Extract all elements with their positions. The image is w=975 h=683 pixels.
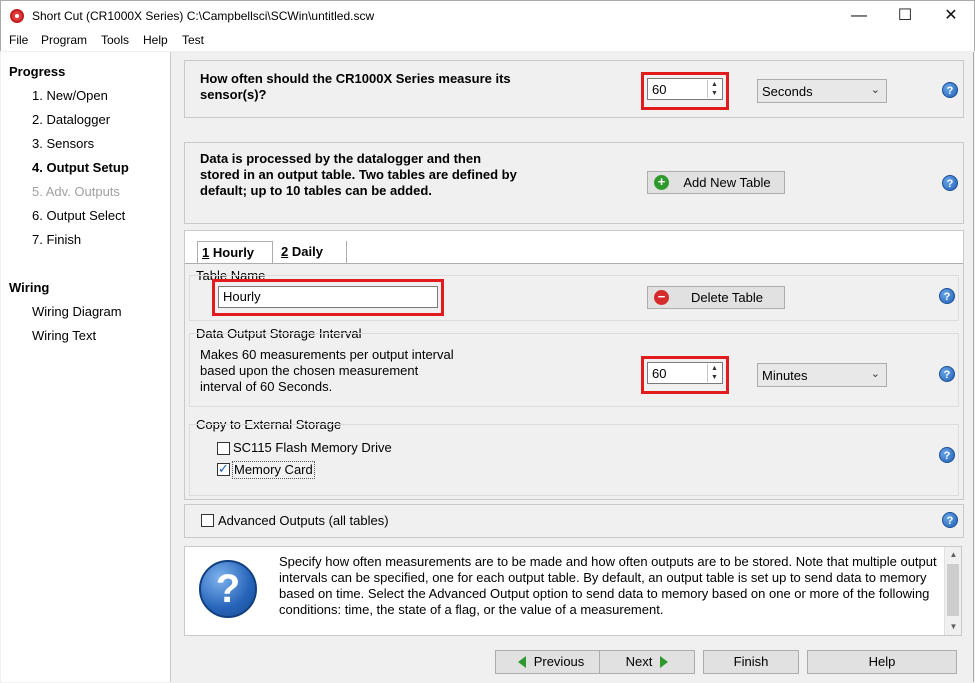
- tab-divider: [185, 263, 963, 264]
- output-interval-value[interactable]: 60: [652, 366, 666, 381]
- tab-hourly-number: 1: [202, 245, 210, 260]
- help-panel: ? Specify how often measurements are to …: [184, 546, 962, 636]
- add-new-table-button[interactable]: + Add New Table: [647, 171, 785, 194]
- finish-button[interactable]: Finish: [703, 650, 799, 674]
- arrow-left-icon: [517, 656, 526, 668]
- next-button[interactable]: Next: [599, 650, 695, 674]
- output-unit-select[interactable]: Minutes ⌄: [757, 363, 887, 387]
- menu-file[interactable]: File: [9, 33, 28, 47]
- spin-up-icon[interactable]: ▲: [708, 364, 721, 373]
- measure-question: How often should the CR1000X Series meas…: [200, 71, 511, 102]
- measure-unit-select[interactable]: Seconds ⌄: [757, 79, 887, 103]
- tab-daily-number: 2: [281, 244, 289, 259]
- sidebar-item-wiring-diagram[interactable]: Wiring Diagram: [32, 304, 122, 319]
- menu-program[interactable]: Program: [41, 33, 87, 47]
- chevron-down-icon: ⌄: [870, 84, 880, 96]
- tab-hourly[interactable]: 1 Hourly: [197, 241, 273, 264]
- measure-unit-value: Seconds: [762, 84, 813, 99]
- main-panel: How often should the CR1000X Series meas…: [172, 52, 974, 682]
- advanced-outputs-checkbox[interactable]: [201, 514, 214, 527]
- menu-tools[interactable]: Tools: [101, 33, 129, 47]
- sidebar: Progress 1. New/Open 2. Datalogger 3. Se…: [1, 52, 171, 682]
- sidebar-item-finish[interactable]: 7. Finish: [32, 232, 81, 247]
- tab-hourly-label: Hourly: [212, 245, 255, 260]
- finish-label: Finish: [733, 654, 769, 669]
- spin-up-icon[interactable]: ▲: [708, 80, 721, 89]
- maximize-button[interactable]: ☐: [882, 1, 928, 31]
- advanced-outputs-panel: Advanced Outputs (all tables) ?: [184, 504, 964, 538]
- output-unit-value: Minutes: [762, 368, 808, 383]
- minimize-button[interactable]: —: [836, 1, 882, 31]
- tab-daily[interactable]: 2 Daily: [281, 241, 347, 264]
- question-mark-icon: ?: [199, 560, 257, 618]
- previous-button[interactable]: Previous: [495, 650, 607, 674]
- menu-bar: File Program Tools Help Test: [0, 31, 975, 51]
- help-icon[interactable]: ?: [939, 366, 955, 382]
- previous-label: Previous: [533, 654, 585, 669]
- window-title: Short Cut (CR1000X Series) C:\Campbellsc…: [32, 9, 375, 23]
- table-settings-panel: 1 Hourly 2 Daily Table Name Hourly − Del…: [184, 230, 964, 500]
- chevron-down-icon: ⌄: [870, 368, 880, 380]
- close-button[interactable]: ✕: [928, 1, 974, 31]
- sidebar-item-datalogger[interactable]: 2. Datalogger: [32, 112, 110, 127]
- wiring-heading: Wiring: [9, 280, 50, 295]
- measure-interval-value[interactable]: 60: [652, 82, 666, 97]
- advanced-outputs-label[interactable]: Advanced Outputs (all tables): [218, 513, 389, 529]
- spinner-arrows[interactable]: ▲ ▼: [707, 80, 721, 98]
- table-name-input[interactable]: Hourly: [218, 286, 438, 308]
- help-button[interactable]: Help: [807, 650, 957, 674]
- delete-table-label: Delete Table: [690, 290, 764, 305]
- help-icon[interactable]: ?: [939, 447, 955, 463]
- sidebar-item-adv-outputs: 5. Adv. Outputs: [32, 184, 120, 199]
- next-label: Next: [625, 654, 653, 669]
- sidebar-item-output-setup[interactable]: 4. Output Setup: [32, 160, 129, 175]
- sidebar-item-output-select[interactable]: 6. Output Select: [32, 208, 125, 223]
- measurement-panel: How often should the CR1000X Series meas…: [184, 60, 964, 118]
- sidebar-item-new-open[interactable]: 1. New/Open: [32, 88, 108, 103]
- tables-info-text: Data is processed by the datalogger and …: [200, 151, 517, 198]
- help-icon[interactable]: ?: [942, 512, 958, 528]
- spinner-arrows[interactable]: ▲ ▼: [707, 364, 721, 382]
- spin-down-icon[interactable]: ▼: [708, 373, 721, 382]
- title-bar: Short Cut (CR1000X Series) C:\Campbellsc…: [0, 0, 975, 31]
- plus-icon: +: [654, 175, 669, 190]
- sidebar-item-sensors[interactable]: 3. Sensors: [32, 136, 94, 151]
- scroll-down-icon[interactable]: ▼: [945, 619, 962, 635]
- menu-test[interactable]: Test: [182, 33, 204, 47]
- minus-icon: −: [654, 290, 669, 305]
- scroll-up-icon[interactable]: ▲: [945, 547, 962, 563]
- tables-info-panel: Data is processed by the datalogger and …: [184, 142, 964, 224]
- help-scrollbar[interactable]: ▲ ▼: [944, 547, 961, 635]
- app-icon: [10, 9, 24, 23]
- help-label: Help: [868, 654, 896, 669]
- add-new-table-label: Add New Table: [683, 175, 771, 190]
- arrow-right-icon: [660, 656, 669, 668]
- help-icon[interactable]: ?: [939, 288, 955, 304]
- sc115-label[interactable]: SC115 Flash Memory Drive: [233, 440, 392, 456]
- sc115-checkbox[interactable]: [217, 442, 230, 455]
- output-interval-spinner[interactable]: 60 ▲ ▼: [647, 362, 723, 384]
- menu-help[interactable]: Help: [143, 33, 168, 47]
- help-icon[interactable]: ?: [942, 175, 958, 191]
- output-interval-description: Makes 60 measurements per output interva…: [200, 347, 454, 394]
- scroll-thumb[interactable]: [947, 564, 959, 616]
- external-storage-group: [189, 424, 959, 496]
- help-description: Specify how often measurements are to be…: [279, 554, 937, 617]
- progress-heading: Progress: [9, 64, 66, 79]
- help-icon[interactable]: ?: [942, 82, 958, 98]
- delete-table-button[interactable]: − Delete Table: [647, 286, 785, 309]
- tab-daily-label: Daily: [291, 244, 323, 259]
- spin-down-icon[interactable]: ▼: [708, 89, 721, 98]
- memory-card-label[interactable]: Memory Card: [232, 461, 315, 479]
- measure-interval-spinner[interactable]: 60 ▲ ▼: [647, 78, 723, 100]
- sidebar-item-wiring-text[interactable]: Wiring Text: [32, 328, 96, 343]
- memory-card-checkbox[interactable]: [217, 461, 230, 477]
